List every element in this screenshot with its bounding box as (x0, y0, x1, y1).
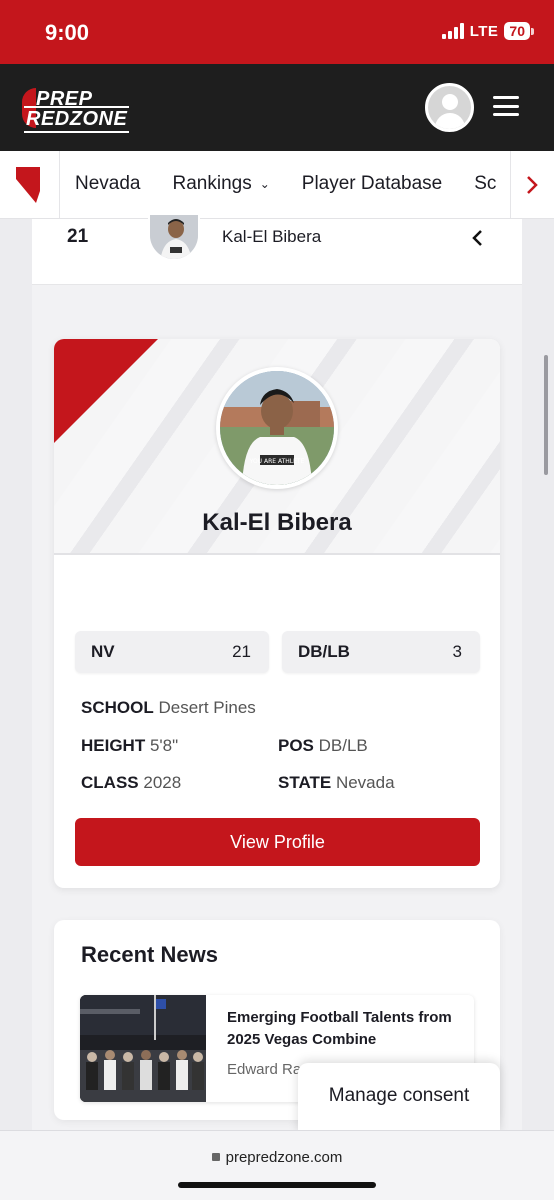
sub-navigation: Nevada Rankings ⌄ Player Database Sc (0, 151, 554, 219)
site-logo[interactable]: PREP REDZONE (22, 88, 142, 133)
player-card: YOU ARE ATHLETE Kal-El Bibera NV 21 DB/L… (54, 339, 500, 888)
page-scrollbar[interactable] (544, 355, 548, 475)
logo-text-bottom: REDZONE (24, 106, 130, 133)
url-text: prepredzone.com (225, 1149, 343, 1166)
news-author: Edward Ra (227, 1061, 302, 1078)
ranking-player-name: Kal-El Bibera (222, 227, 322, 246)
state-info: STATE Nevada (278, 773, 395, 792)
lock-icon (211, 1153, 220, 1161)
main-content: 21 Kal-El Bibera YOU ARE ATHLETE Kal-El … (32, 213, 522, 1139)
status-time: 9:00 (45, 20, 90, 45)
pos-info: POS DB/LB (278, 736, 368, 755)
url-bar[interactable]: prepredzone.com (0, 1149, 554, 1166)
player-thumbnail (148, 213, 200, 261)
nav-item-player-database[interactable]: Player Database (302, 173, 442, 195)
menu-icon[interactable] (493, 96, 519, 116)
position-group: DB/LB (298, 642, 350, 661)
browser-bottom-bar: prepredzone.com (0, 1130, 554, 1200)
nav-item-rankings[interactable]: Rankings ⌄ (173, 173, 270, 195)
nav-divider (59, 151, 60, 218)
nav-item-nevada[interactable]: Nevada (75, 173, 141, 195)
class-info: CLASS 2028 (81, 773, 182, 792)
site-header: PREP REDZONE (0, 64, 554, 151)
chevron-left-icon[interactable] (470, 227, 486, 249)
nav-scroll-right-button[interactable] (510, 151, 554, 218)
state-rank-pill: NV 21 (75, 631, 269, 673)
chevron-down-icon: ⌄ (259, 177, 270, 191)
home-indicator[interactable] (178, 1182, 376, 1188)
manage-consent-button[interactable]: Manage consent (298, 1063, 500, 1133)
status-bar: 9:00 LTE 70 (0, 0, 554, 64)
user-icon-head (442, 94, 458, 110)
user-icon-body (435, 113, 465, 129)
nevada-state-icon[interactable] (16, 167, 42, 203)
chevron-right-icon (527, 176, 538, 194)
view-profile-button[interactable]: View Profile (75, 818, 480, 866)
ranking-row[interactable]: 21 Kal-El Bibera (32, 213, 522, 285)
player-name: Kal-El Bibera (202, 509, 352, 536)
news-headline: Emerging Football Talents from 2025 Vega… (227, 1009, 452, 1048)
battery-icon: 70 (504, 22, 534, 40)
position-rank: 3 (452, 642, 462, 661)
recent-news-heading: Recent News (81, 942, 218, 967)
network-label: LTE (469, 22, 499, 40)
nav-item-schedule[interactable]: Sc (474, 173, 496, 195)
position-rank-pill: DB/LB 3 (282, 631, 480, 673)
nav-items: Nevada Rankings ⌄ Player Database Sc (75, 173, 528, 195)
player-photo: YOU ARE ATHLETE (216, 367, 338, 489)
school-info: SCHOOL Desert Pines (81, 698, 256, 717)
state-abbr: NV (91, 642, 115, 661)
shirt-text: YOU ARE ATHLETE (249, 458, 305, 465)
red-corner-accent (54, 339, 158, 443)
user-avatar-button[interactable] (425, 83, 474, 132)
news-image (80, 995, 206, 1102)
signal-icon (441, 23, 464, 39)
status-indicators: LTE 70 (441, 22, 534, 40)
rank-number: 21 (67, 226, 89, 247)
player-card-banner: YOU ARE ATHLETE Kal-El Bibera (54, 339, 500, 555)
height-info: HEIGHT 5'8" (81, 736, 179, 755)
state-rank: 21 (232, 642, 251, 661)
